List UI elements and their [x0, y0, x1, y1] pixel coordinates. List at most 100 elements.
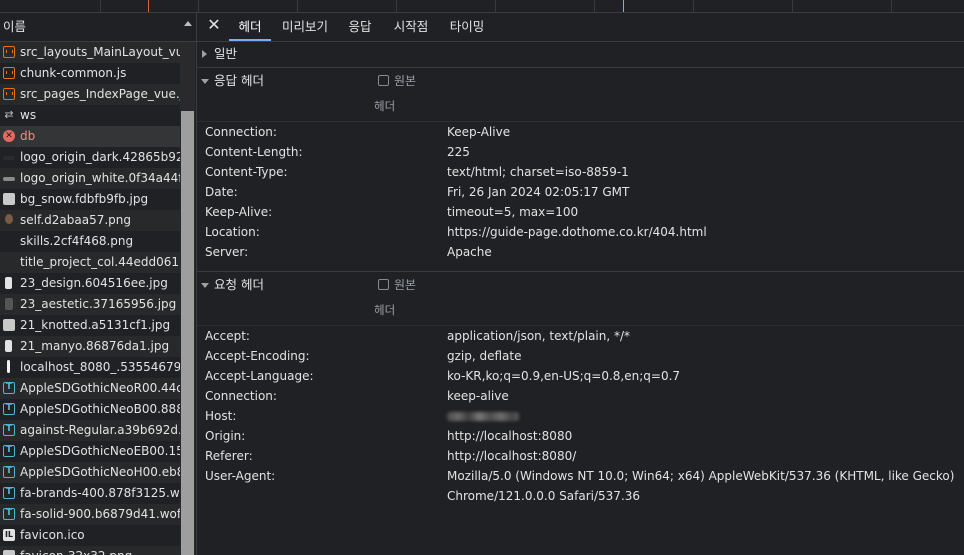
request-name: src_layouts_MainLayout_vue....: [20, 45, 180, 59]
header-value[interactable]: gzip, deflate: [447, 346, 522, 366]
request-headers-header[interactable]: 요청 헤더 원본: [197, 274, 964, 296]
request-row[interactable]: Tfa-solid-900.b6879d41.woff2: [0, 504, 180, 525]
request-name: self.d2abaa57.png: [20, 213, 131, 227]
request-list-scrollbar[interactable]: [180, 42, 195, 555]
header-name: Server:: [205, 245, 249, 259]
header-value[interactable]: 225: [447, 142, 470, 162]
header-value[interactable]: Apache: [447, 242, 492, 262]
raw-label[interactable]: 원본: [394, 274, 416, 296]
header-name: Keep-Alive:: [205, 205, 273, 219]
request-row[interactable]: Tagainst-Regular.a39b692d....: [0, 420, 180, 441]
header-name: Connection:: [205, 125, 277, 139]
request-name: bg_snow.fdbfb9fb.jpg: [20, 192, 149, 206]
error-icon: ✕: [3, 130, 15, 142]
request-name: logo_origin_white.0f34a44f....: [20, 171, 180, 185]
header-value[interactable]: application/json, text/plain, */*: [447, 326, 630, 346]
tab-timing[interactable]: 타이밍: [446, 13, 488, 41]
tab-headers[interactable]: 헤더: [229, 13, 271, 41]
header-value[interactable]: text/html; charset=iso-8859-1: [447, 162, 629, 182]
request-headers-section: 요청 헤더 원본 헤더: [197, 274, 964, 317]
request-row[interactable]: 21_manyo.86876da1.jpg: [0, 336, 180, 357]
tab-preview[interactable]: 미리보기: [279, 13, 331, 41]
request-row[interactable]: logo_origin_white.0f34a44f....: [0, 168, 180, 189]
image-white-icon: [3, 177, 15, 181]
request-row[interactable]: self.d2abaa57.png: [0, 210, 180, 231]
request-row[interactable]: src_layouts_MainLayout_vue....: [0, 42, 180, 63]
request-row[interactable]: T AppleSDGothicNeoB00.888...: [0, 399, 180, 420]
request-row[interactable]: localhost_8080_.53554679.p...: [0, 357, 180, 378]
request-row[interactable]: skills.2cf4f468.png: [0, 231, 180, 252]
close-icon[interactable]: ✕: [207, 17, 221, 33]
image-dark-icon: [3, 156, 15, 160]
image-blank-icon: [3, 235, 15, 247]
js-file-icon: [3, 88, 15, 100]
request-row[interactable]: favicon-32x32.png: [0, 546, 180, 555]
request-row[interactable]: IL favicon.ico: [0, 525, 180, 546]
header-value[interactable]: http://localhost:8080/: [447, 446, 576, 466]
timeline-gridline: [693, 0, 694, 12]
image-thin-icon: [7, 360, 10, 373]
request-row[interactable]: title_project_col.44edd061.p...: [0, 252, 180, 273]
header-value[interactable]: [447, 406, 519, 426]
request-row[interactable]: bg_snow.fdbfb9fb.jpg: [0, 189, 180, 210]
header-value[interactable]: timeout=5, max=100: [447, 202, 578, 222]
collapse-arrow-icon: [201, 79, 209, 84]
request-row[interactable]: src_pages_IndexPage_vue.js: [0, 84, 180, 105]
request-row[interactable]: chunk-common.js: [0, 63, 180, 84]
request-row[interactable]: T AppleSDGothicNeoH00.eb8...: [0, 462, 180, 483]
font-file-icon: T: [3, 382, 15, 394]
name-column-header[interactable]: 이름: [0, 13, 196, 42]
request-name: AppleSDGothicNeoEB00.15f...: [20, 444, 180, 458]
request-name: fa-brands-400.878f3125.wof...: [20, 486, 180, 500]
request-row[interactable]: T AppleSDGothicNeoR00.44d...: [0, 378, 180, 399]
network-timeline-overview[interactable]: [0, 0, 964, 13]
header-value[interactable]: Fri, 26 Jan 2024 02:05:17 GMT: [447, 182, 629, 202]
font-file-icon: T: [3, 445, 15, 457]
tab-response[interactable]: 응답: [344, 13, 376, 41]
request-row[interactable]: 21_knotted.a5131cf1.jpg: [0, 315, 180, 336]
scrollbar-thumb[interactable]: [181, 111, 194, 555]
font-file-icon: T: [3, 487, 15, 499]
raw-label[interactable]: 원본: [394, 70, 416, 92]
expand-arrow-icon: [202, 50, 207, 58]
request-name: fa-solid-900.b6879d41.woff2: [20, 507, 180, 521]
request-row[interactable]: T AppleSDGothicNeoEB00.15f...: [0, 441, 180, 462]
header-value[interactable]: http://localhost:8080: [447, 426, 572, 446]
sort-up-icon[interactable]: [184, 21, 192, 26]
image-dog-icon: [5, 298, 13, 310]
response-headers-header[interactable]: 응답 헤더 원본: [197, 70, 964, 92]
general-section-header[interactable]: 일반: [197, 43, 964, 65]
header-value[interactable]: Chrome/121.0.0.0 Safari/537.36: [447, 486, 640, 506]
favicon-icon: IL: [3, 529, 15, 541]
request-name: favicon.ico: [20, 528, 85, 542]
request-name: favicon-32x32.png: [20, 549, 132, 555]
header-name: Connection:: [205, 389, 277, 403]
request-row[interactable]: 23_aestetic.37165956.jpg: [0, 294, 180, 315]
header-value[interactable]: https://guide-page.dothome.co.kr/404.htm…: [447, 222, 707, 242]
raw-checkbox[interactable]: [378, 279, 389, 290]
headers-sub-label: 헤더: [374, 303, 396, 317]
header-value[interactable]: Keep-Alive: [447, 122, 510, 142]
timeline-gridline: [297, 0, 298, 12]
request-name: db: [20, 129, 36, 143]
request-row[interactable]: ✕ db: [0, 126, 180, 147]
request-row[interactable]: Tfa-brands-400.878f3125.wof...: [0, 483, 180, 504]
font-file-icon: T: [3, 466, 15, 478]
response-headers-section: 응답 헤더 원본 헤더: [197, 70, 964, 113]
tab-initiator[interactable]: 시작점: [390, 13, 432, 41]
header-value[interactable]: keep-alive: [447, 386, 509, 406]
request-row[interactable]: logo_origin_dark.42865b92....: [0, 147, 180, 168]
timeline-gridline: [396, 0, 397, 12]
general-section: 일반: [197, 43, 964, 65]
response-headers-title: 응답 헤더: [214, 73, 264, 88]
headers-sub-label: 헤더: [374, 99, 396, 113]
timeline-marker: [148, 0, 149, 12]
header-value[interactable]: ko-KR,ko;q=0.9,en-US;q=0.8,en;q=0.7: [447, 366, 680, 386]
request-name: 23_aestetic.37165956.jpg: [20, 297, 177, 311]
header-name: Accept-Language:: [205, 369, 314, 383]
raw-checkbox[interactable]: [378, 75, 389, 86]
request-row[interactable]: 23_design.604516ee.jpg: [0, 273, 180, 294]
request-row[interactable]: ⇄ ws: [0, 105, 180, 126]
request-headers-title: 요청 헤더: [214, 277, 264, 292]
header-value[interactable]: Mozilla/5.0 (Windows NT 10.0; Win64; x64…: [447, 466, 954, 486]
